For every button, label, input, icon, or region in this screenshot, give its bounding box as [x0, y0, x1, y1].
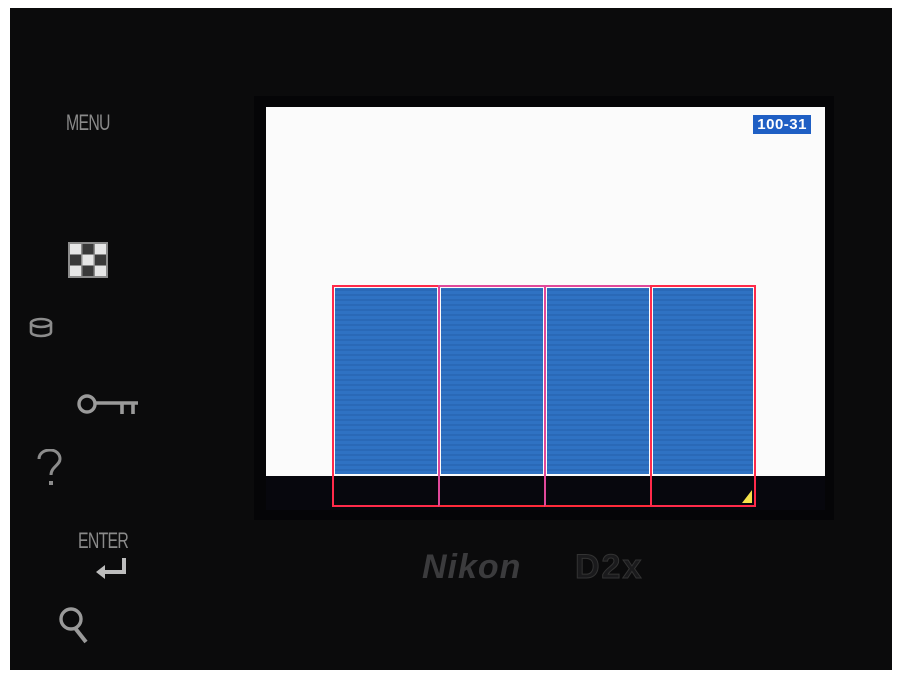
key-icon[interactable]: [76, 392, 140, 416]
thumbnail-3[interactable]: [544, 285, 652, 507]
thumbnail-4[interactable]: [650, 285, 756, 507]
enter-button[interactable]: ENTER: [78, 528, 129, 554]
model-name: D2x: [574, 548, 644, 587]
thumbnail-4-frame: [650, 285, 756, 507]
thumbnail-2-frame: [438, 285, 546, 507]
thumbnail-1-frame: [332, 285, 440, 507]
thumbnail-2[interactable]: [438, 285, 546, 507]
brand-logo: Nikon: [422, 548, 522, 586]
zoom-icon[interactable]: [58, 606, 88, 646]
thumbnail-1[interactable]: [332, 285, 440, 507]
thumbnail-icon[interactable]: [68, 242, 108, 278]
thumbnail-grid: [332, 285, 756, 509]
thumbnail-3-frame: [544, 285, 652, 507]
selection-marker: [742, 490, 752, 503]
protect-icon[interactable]: [28, 316, 54, 342]
enter-arrow-icon: [96, 558, 126, 579]
help-icon[interactable]: [34, 449, 64, 487]
menu-button[interactable]: MENU: [66, 110, 110, 136]
folder-frame-number: 100-31: [753, 115, 811, 134]
